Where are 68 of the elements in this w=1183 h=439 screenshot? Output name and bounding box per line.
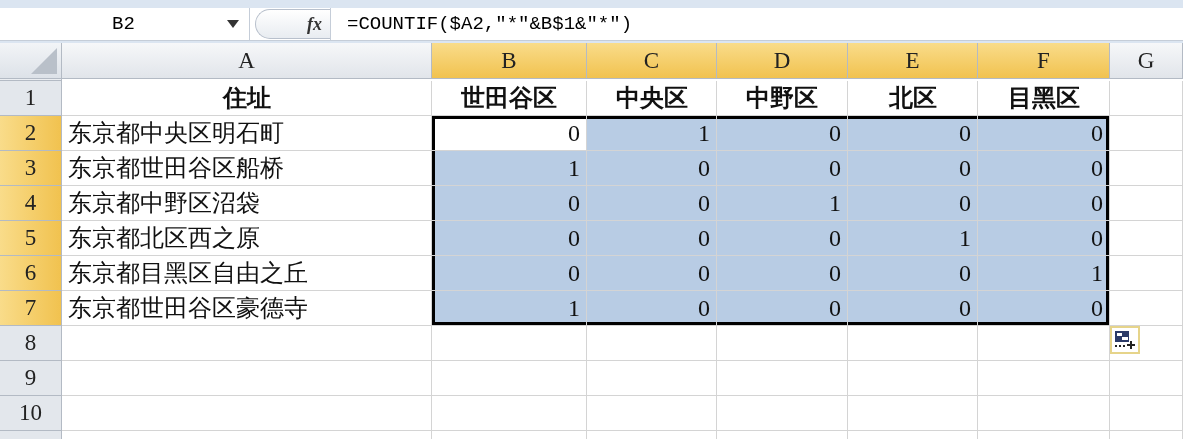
table-cell: 东京都世田谷区船桥 — [62, 151, 432, 186]
table-cell: 0 — [978, 186, 1110, 221]
table-cell: 0 — [978, 221, 1110, 256]
column-title-cell: 北区 — [848, 81, 978, 116]
column-header[interactable]: D — [717, 43, 848, 79]
column-title-cell: 住址 — [62, 81, 432, 116]
table-cell: 1 — [432, 151, 587, 186]
table-cell: 1 — [587, 116, 717, 151]
table-cell: 1 — [717, 186, 848, 221]
table-cell: 0 — [587, 186, 717, 221]
table-cell: 0 — [587, 221, 717, 256]
column-header[interactable]: E — [848, 43, 978, 79]
column-header[interactable]: G — [1110, 43, 1183, 79]
row-header[interactable]: 8 — [0, 326, 62, 361]
row-header[interactable]: 10 — [0, 396, 62, 431]
row-header[interactable]: 3 — [0, 151, 62, 186]
table-cell: 0 — [717, 116, 848, 151]
column-title-cell: 目黑区 — [978, 81, 1110, 116]
row-header[interactable]: 7 — [0, 291, 62, 326]
row-header[interactable]: 5 — [0, 221, 62, 256]
table-cell: 0 — [978, 116, 1110, 151]
paste-options-button[interactable] — [1110, 326, 1140, 354]
table-cell: 1 — [978, 256, 1110, 291]
formula-bar-splitter[interactable]: fx — [255, 9, 330, 39]
table-cell: 0 — [848, 291, 978, 326]
table-cell: 1 — [848, 221, 978, 256]
table-cell: 0 — [717, 221, 848, 256]
paste-options-icon — [1114, 330, 1136, 350]
table-cell: 东京都目黑区自由之丘 — [62, 256, 432, 291]
insert-function-button[interactable]: fx — [307, 13, 322, 35]
select-all-button[interactable] — [0, 43, 62, 79]
column-header[interactable]: F — [978, 43, 1110, 79]
row-header[interactable]: 1 — [0, 81, 62, 116]
table-cell: 0 — [432, 221, 587, 256]
table-cell: 0 — [432, 186, 587, 221]
table-cell: 东京都中野区沼袋 — [62, 186, 432, 221]
row-header[interactable]: 4 — [0, 186, 62, 221]
table-cell: 0 — [848, 256, 978, 291]
formula-field[interactable]: =COUNTIF($A2,″*″&B$1&″*″) — [330, 8, 1183, 40]
table-cell: 0 — [587, 256, 717, 291]
column-title-cell: 中野区 — [717, 81, 848, 116]
table-cell: 0 — [432, 116, 587, 151]
column-title-cell: 世田谷区 — [432, 81, 587, 116]
table-cell: 0 — [717, 256, 848, 291]
triangle-icon — [31, 48, 57, 74]
table-cell: 0 — [978, 151, 1110, 186]
table-cell: 0 — [717, 291, 848, 326]
table-cell: 0 — [848, 116, 978, 151]
column-header[interactable]: A — [62, 43, 432, 79]
table-cell: 0 — [717, 151, 848, 186]
caret-icon — [227, 20, 239, 28]
row-header[interactable]: 6 — [0, 256, 62, 291]
table-cell: 东京都北区西之原 — [62, 221, 432, 256]
table-cell: 东京都世田谷区豪德寺 — [62, 291, 432, 326]
table-cell: 0 — [978, 291, 1110, 326]
column-title-cell: 中央区 — [587, 81, 717, 116]
column-header[interactable]: B — [432, 43, 587, 79]
table-cell: 0 — [848, 186, 978, 221]
table-cell: 0 — [848, 151, 978, 186]
row-header[interactable]: 9 — [0, 361, 62, 396]
table-cell: 0 — [432, 256, 587, 291]
name-box[interactable]: B2 — [0, 8, 250, 40]
table-cell: 0 — [587, 151, 717, 186]
table-cell: 0 — [587, 291, 717, 326]
table-cell: 东京都中央区明石町 — [62, 116, 432, 151]
table-cell: 1 — [432, 291, 587, 326]
column-header[interactable]: C — [587, 43, 717, 79]
row-header[interactable]: 2 — [0, 116, 62, 151]
